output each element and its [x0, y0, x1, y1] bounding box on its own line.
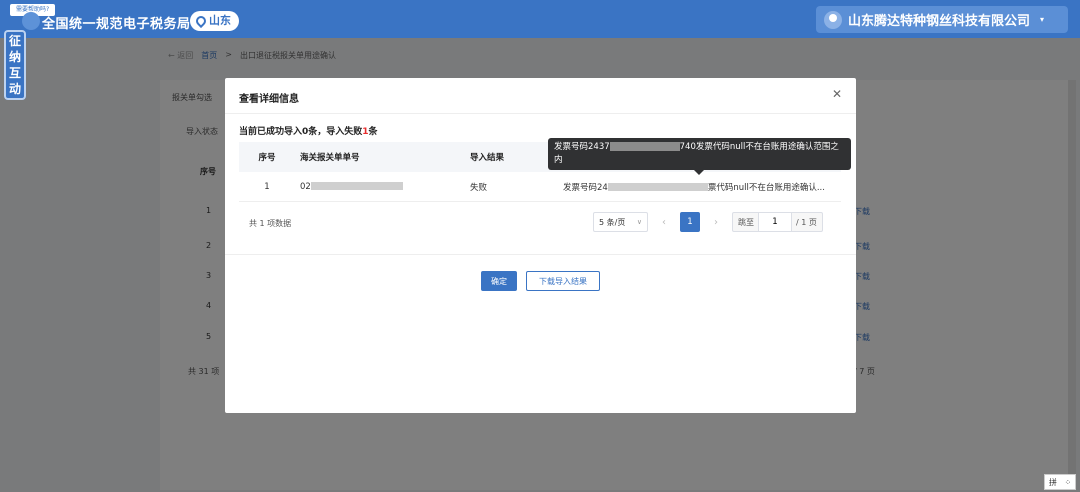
reason-prefix: 发票号码24: [563, 182, 608, 193]
system-title: 全国统一规范电子税务局: [42, 17, 191, 32]
caret-down-icon: ▾: [1040, 15, 1045, 24]
tooltip-prefix: 发票号码2437: [554, 142, 610, 152]
prev-page-icon[interactable]: ‹: [655, 217, 673, 228]
cell-reason[interactable]: 发票号码24 票代码null不在台账用途确认...: [555, 181, 841, 193]
pagination: 5 条/页 ∨ ‹ 1 › 跳至 / 1 页: [593, 212, 823, 232]
interaction-side-tab[interactable]: 征纳互动: [4, 30, 26, 100]
cell-bill-number: 02: [295, 182, 465, 192]
col-seq: 序号: [258, 153, 276, 163]
tax-logo-icon: [22, 12, 40, 30]
detail-dialog: 查看详细信息 ✕ 当前已成功导入0条，导入失败1条 序号 海关报关单单号 导入结…: [225, 78, 856, 413]
redacted-mask: [609, 142, 680, 151]
page-size-select[interactable]: 5 条/页 ∨: [593, 212, 648, 232]
download-results-button[interactable]: 下载导入结果: [526, 271, 600, 291]
jump-label: 跳至: [738, 217, 754, 227]
dialog-title: 查看详细信息: [239, 94, 299, 105]
close-icon[interactable]: ✕: [832, 87, 842, 101]
cell-seq: 1: [264, 181, 270, 192]
confirm-button[interactable]: 确定: [481, 271, 517, 291]
ime-indicator[interactable]: 拼 ⁘: [1044, 474, 1076, 490]
table-row: 1 02 失败 发票号码24 票代码null不在台账用途确认...: [239, 172, 841, 202]
company-name: 山东腾达特种钢丝科技有限公司: [848, 14, 1031, 29]
company-selector[interactable]: 山东腾达特种钢丝科技有限公司 ▾: [816, 6, 1068, 33]
col-result: 导入结果: [470, 153, 505, 163]
summary-prefix: 当前已成功导入0条，导入失败: [239, 127, 363, 137]
ime-toggle-icon: ⁘: [1064, 477, 1072, 487]
jump-page-input[interactable]: [758, 213, 792, 231]
import-summary: 当前已成功导入0条，导入失败1条: [239, 124, 378, 137]
page-button-current[interactable]: 1: [680, 212, 700, 232]
cell-result: 失败: [470, 182, 488, 193]
page-size-value: 5 条/页: [599, 217, 626, 227]
page-jump: 跳至 / 1 页: [732, 212, 823, 232]
next-page-icon[interactable]: ›: [707, 217, 725, 228]
top-bar: 需要帮助吗? 全国统一规范电子税务局 山东 山东腾达特种钢丝科技有限公司 ▾: [0, 0, 1080, 38]
redacted-mask: [607, 183, 708, 191]
reason-suffix: 票代码null不在台账用途确认...: [707, 182, 825, 193]
reason-tooltip: 发票号码2437 740发票代码null不在台账用途确认范围之内: [548, 138, 851, 175]
user-avatar-icon: [824, 10, 842, 29]
total-records: 共 1 项数据: [249, 219, 292, 228]
col-bill-number: 海关报关单单号: [300, 153, 360, 163]
chevron-down-icon: ∨: [636, 218, 642, 226]
region-label: 山东: [209, 14, 231, 27]
redacted-mask: [310, 182, 403, 190]
summary-suffix: 条: [368, 127, 378, 137]
ime-mode: 拼: [1048, 477, 1057, 487]
bill-prefix: 02: [300, 181, 311, 192]
total-pages: / 1 页: [796, 217, 817, 227]
dialog-divider: [225, 254, 856, 255]
region-selector[interactable]: 山东: [190, 11, 239, 31]
location-pin-icon: [193, 13, 209, 29]
dialog-header: 查看详细信息 ✕: [225, 78, 856, 114]
